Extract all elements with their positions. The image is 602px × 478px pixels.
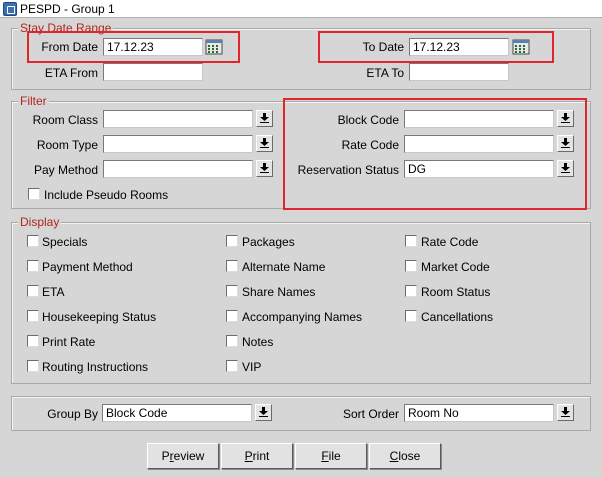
display-checkbox-specials[interactable]: [27, 235, 39, 247]
filter-highlight: [283, 98, 587, 210]
filter-legend: Filter: [18, 94, 49, 108]
print-label-mnemonic: P: [244, 449, 253, 463]
display-checkbox-share-names[interactable]: [226, 285, 238, 297]
room-type-dropdown-button[interactable]: [256, 135, 273, 152]
room-class-label: Room Class: [32, 113, 98, 127]
display-label-market-code: Market Code: [421, 260, 490, 274]
display-checkbox-rate-code[interactable]: [405, 235, 417, 247]
room-type-label: Room Type: [36, 138, 98, 152]
display-checkbox-accompanying-names[interactable]: [226, 310, 238, 322]
display-label-specials: Specials: [42, 235, 88, 249]
print-button[interactable]: Print: [221, 443, 293, 469]
display-label-notes: Notes: [242, 335, 274, 349]
arrow-down-icon: [259, 407, 268, 417]
display-checkbox-market-code[interactable]: [405, 260, 417, 272]
display-label-packages: Packages: [242, 235, 295, 249]
display-label-accompanying-names: Accompanying Names: [242, 310, 363, 324]
display-label-share-names: Share Names: [242, 285, 316, 299]
file-label-rest: ile: [328, 449, 341, 463]
display-label-eta: ETA: [42, 285, 65, 299]
from-date-highlight: [27, 31, 240, 63]
eta-to-label: ETA To: [366, 66, 404, 80]
pay-method-dropdown-button[interactable]: [256, 160, 273, 177]
close-button[interactable]: Close: [369, 443, 441, 469]
sort-order-field[interactable]: Room No: [404, 404, 554, 422]
display-checkbox-notes[interactable]: [226, 335, 238, 347]
display-checkbox-eta[interactable]: [27, 285, 39, 297]
group-by-field[interactable]: Block Code: [102, 404, 252, 422]
arrow-down-icon: [260, 113, 269, 123]
display-checkbox-payment-method[interactable]: [27, 260, 39, 272]
sort-order-label: Sort Order: [342, 407, 399, 421]
display-label-cancellations: Cancellations: [421, 310, 494, 324]
print-label-rest: rint: [252, 449, 270, 463]
group-by-label: Group By: [47, 407, 98, 421]
display-label-alternate-name: Alternate Name: [242, 260, 326, 274]
room-type-field[interactable]: [103, 135, 253, 153]
file-button[interactable]: File: [295, 443, 367, 469]
arrow-down-icon: [561, 407, 570, 417]
room-class-field[interactable]: [103, 110, 253, 128]
display-label-rate-code: Rate Code: [421, 235, 479, 249]
display-checkbox-packages[interactable]: [226, 235, 238, 247]
preview-label-first: P: [161, 449, 170, 463]
title-bar: PESPD - Group 1: [0, 0, 602, 18]
window-title: PESPD - Group 1: [20, 2, 115, 16]
display-checkbox-vip[interactable]: [226, 360, 238, 372]
pay-method-field[interactable]: [103, 160, 253, 178]
app-icon: [3, 2, 17, 16]
display-label-routing-instructions: Routing Instructions: [42, 360, 149, 374]
include-pseudo-rooms-label: Include Pseudo Rooms: [44, 188, 169, 202]
preview-label-rest: eview: [173, 449, 205, 463]
arrow-down-icon: [260, 138, 269, 148]
include-pseudo-rooms-checkbox[interactable]: [28, 188, 40, 200]
display-label-print-rate: Print Rate: [42, 335, 96, 349]
display-checkbox-alternate-name[interactable]: [226, 260, 238, 272]
eta-from-label: ETA From: [44, 66, 98, 80]
display-label-room-status: Room Status: [421, 285, 491, 299]
display-label-housekeeping-status: Housekeeping Status: [42, 310, 157, 324]
sort-order-dropdown-button[interactable]: [557, 404, 574, 421]
pay-method-label: Pay Method: [33, 163, 98, 177]
display-label-payment-method: Payment Method: [42, 260, 133, 274]
eta-to-field[interactable]: [409, 63, 509, 81]
display-checkbox-room-status[interactable]: [405, 285, 417, 297]
file-label-mnemonic: F: [321, 449, 329, 463]
group-by-dropdown-button[interactable]: [255, 404, 272, 421]
display-label-vip: VIP: [242, 360, 262, 374]
eta-from-field[interactable]: [103, 63, 203, 81]
display-checkbox-housekeeping-status[interactable]: [27, 310, 39, 322]
to-date-highlight: [318, 31, 554, 63]
close-label-rest: lose: [398, 449, 421, 463]
display-checkbox-routing-instructions[interactable]: [27, 360, 39, 372]
display-checkbox-print-rate[interactable]: [27, 335, 39, 347]
arrow-down-icon: [260, 163, 269, 173]
display-checkbox-cancellations[interactable]: [405, 310, 417, 322]
room-class-dropdown-button[interactable]: [256, 110, 273, 127]
display-legend: Display: [18, 215, 62, 229]
preview-button[interactable]: Preview: [147, 443, 219, 469]
